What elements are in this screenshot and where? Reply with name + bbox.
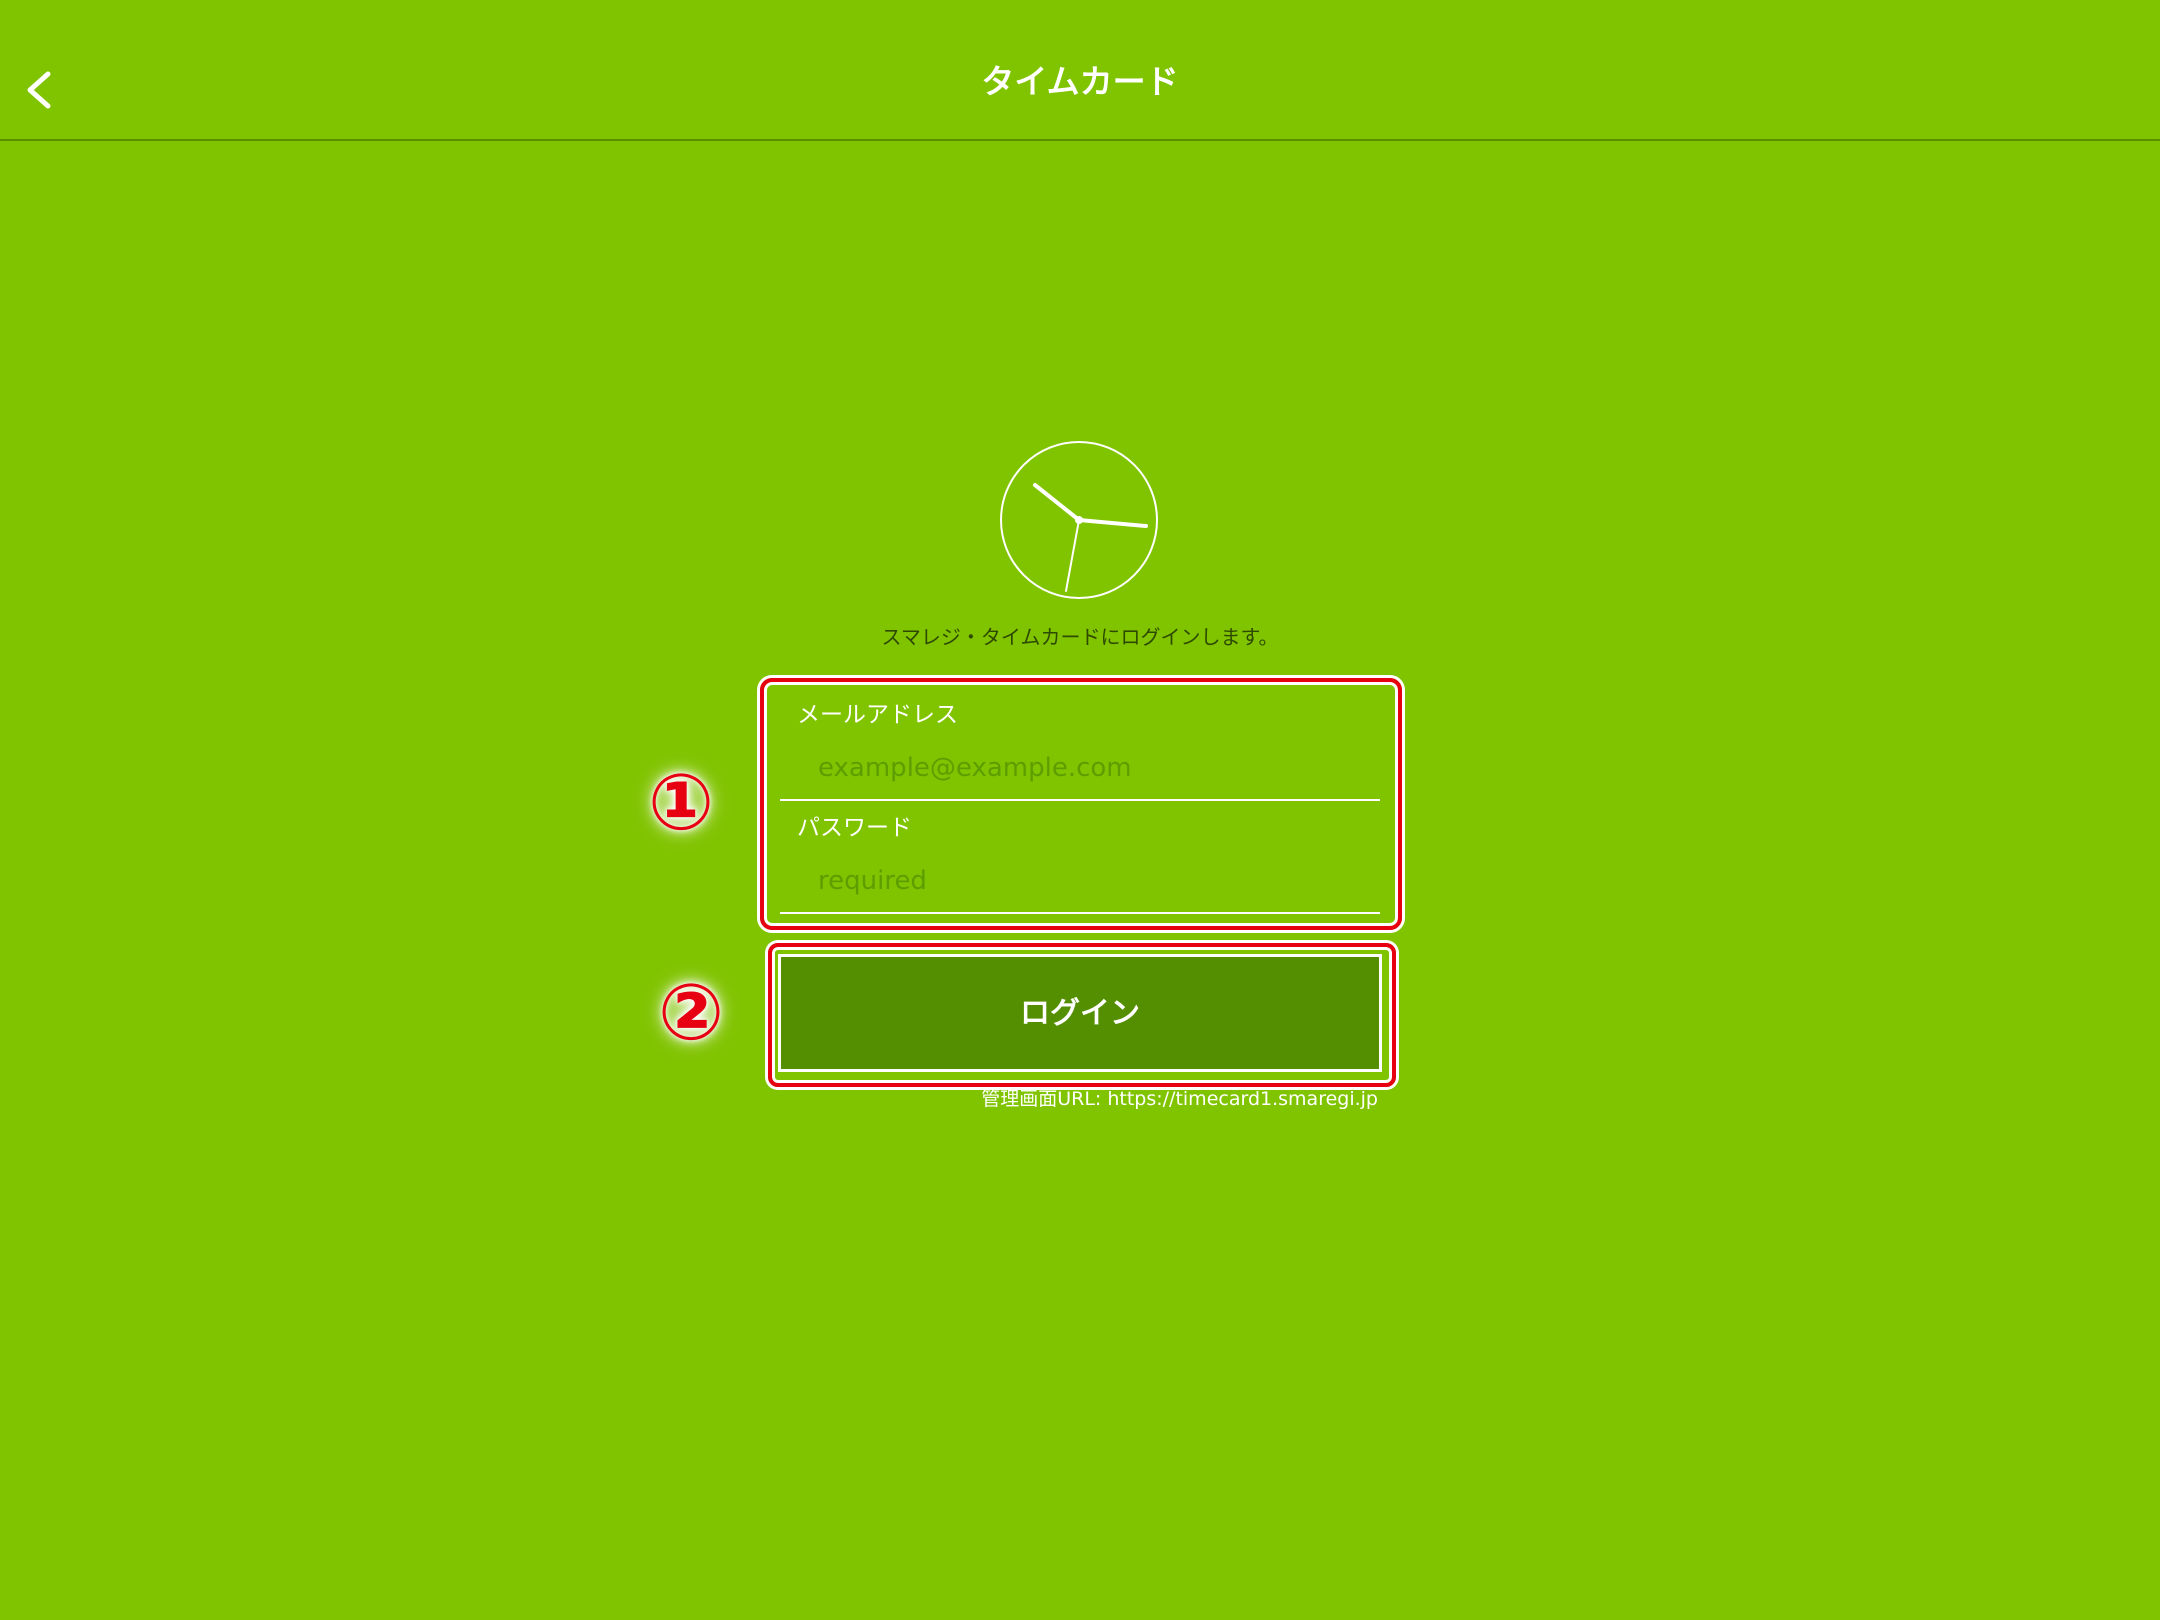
password-field[interactable] <box>818 859 1374 903</box>
password-underline <box>780 912 1380 914</box>
admin-url-text: 管理画面URL: https://timecard1.smaregi.jp <box>981 1088 1378 1110</box>
clock-icon <box>1000 441 1158 599</box>
email-label: メールアドレス <box>797 702 958 728</box>
email-underline <box>780 799 1380 801</box>
email-field[interactable] <box>818 746 1374 790</box>
password-label: パスワード <box>797 815 912 841</box>
navigation-bar: タイムカード <box>0 0 2160 141</box>
annotation-step-2: ② <box>658 968 725 1058</box>
page-title: タイムカード <box>981 62 1179 101</box>
login-button[interactable]: ログイン <box>778 954 1382 1072</box>
annotation-step-1: ① <box>648 758 715 848</box>
login-intro-text: スマレジ・タイムカードにログインします。 <box>881 625 1279 649</box>
